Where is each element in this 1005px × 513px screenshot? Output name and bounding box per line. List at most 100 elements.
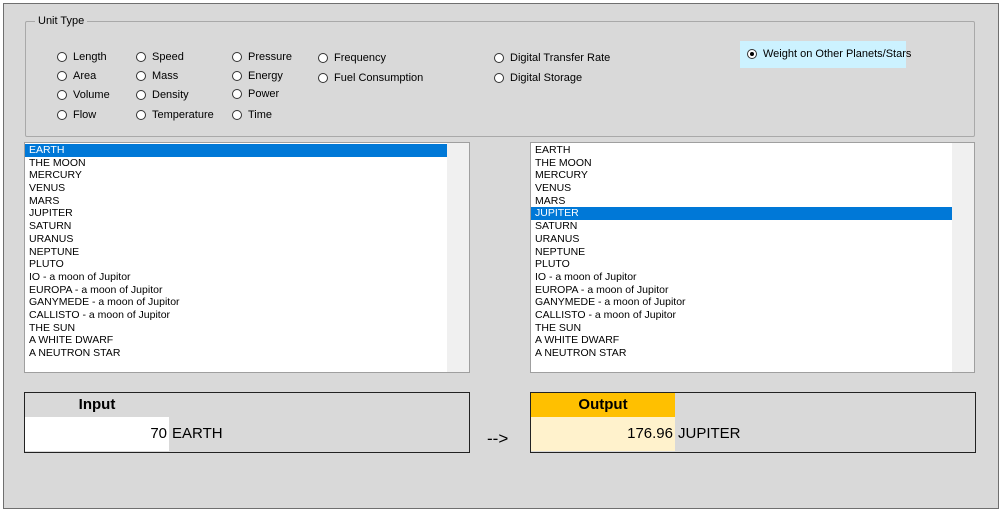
radio-pressure-label: Pressure [248, 51, 293, 63]
input-unit: EARTH [172, 425, 223, 442]
from-list-item[interactable]: EUROPA - a moon of Jupitor [25, 284, 447, 297]
input-header: Input [25, 393, 169, 417]
radio-time-circle[interactable] [232, 110, 242, 120]
radio-area-circle[interactable] [57, 71, 67, 81]
radio-volume-label: Volume [73, 89, 110, 101]
from-list-item[interactable]: EARTH [25, 144, 447, 157]
radio-weight-label: Weight on Other Planets/Stars [763, 48, 912, 60]
radio-digital-storage-circle[interactable] [494, 73, 504, 83]
to-list-scrollbar[interactable] [952, 143, 974, 372]
radio-pressure[interactable]: Pressure [232, 50, 292, 64]
from-list-item[interactable]: URANUS [25, 233, 447, 246]
from-list-item[interactable]: NEPTUNE [25, 246, 447, 259]
radio-mass[interactable]: Mass [136, 69, 178, 83]
radio-time-label: Time [248, 109, 273, 121]
radio-energy[interactable]: Energy [232, 69, 283, 83]
radio-fuel-consumption-label: Fuel Consumption [334, 72, 424, 84]
radio-weight-circle[interactable] [747, 49, 757, 59]
radio-power-label: Power [248, 88, 280, 100]
radio-digital-transfer-rate-label: Digital Transfer Rate [510, 52, 611, 64]
radio-digital-storage-label: Digital Storage [510, 72, 583, 84]
radio-speed[interactable]: Speed [136, 50, 184, 64]
radio-power[interactable]: Power [232, 87, 279, 101]
from-list-item[interactable]: THE MOON [25, 157, 447, 170]
output-value-field: 176.96 [531, 417, 675, 451]
from-list-item[interactable]: JUPITER [25, 207, 447, 220]
radio-density-circle[interactable] [136, 90, 146, 100]
radio-fuel-consumption[interactable]: Fuel Consumption [318, 71, 423, 85]
radio-energy-circle[interactable] [232, 71, 242, 81]
output-box: Output 176.96 JUPITER [530, 392, 976, 453]
to-list-item[interactable]: A WHITE DWARF [531, 334, 952, 347]
radio-frequency-label: Frequency [334, 52, 386, 64]
radio-mass-circle[interactable] [136, 71, 146, 81]
to-list-item[interactable]: EARTH [531, 144, 952, 157]
radio-temperature-label: Temperature [152, 109, 214, 121]
to-list-item[interactable]: THE SUN [531, 322, 952, 335]
from-planet-list[interactable]: EARTH THE MOON MERCURY VENUS MARS JUPITER SATU… [24, 142, 470, 373]
radio-area-label: Area [73, 70, 97, 82]
output-unit: JUPITER [678, 425, 741, 442]
to-list-item[interactable]: EUROPA - a moon of Jupitor [531, 284, 952, 297]
radio-flow[interactable]: Flow [57, 108, 96, 122]
radio-speed-circle[interactable] [136, 52, 146, 62]
radio-length[interactable]: Length [57, 50, 107, 64]
to-list-item[interactable]: CALLISTO - a moon of Jupitor [531, 309, 952, 322]
radio-weight-on-other-planets[interactable]: Weight on Other Planets/Stars [747, 47, 911, 61]
to-list-item[interactable]: A NEUTRON STAR [531, 347, 952, 360]
radio-volume-circle[interactable] [57, 90, 67, 100]
radio-frequency[interactable]: Frequency [318, 51, 386, 65]
radio-digital-storage[interactable]: Digital Storage [494, 71, 582, 85]
radio-density[interactable]: Density [136, 88, 189, 102]
radio-time[interactable]: Time [232, 108, 272, 122]
to-list-item[interactable]: THE MOON [531, 157, 952, 170]
from-list-items: EARTH THE MOON MERCURY VENUS MARS JUPITER SATU… [25, 144, 447, 360]
radio-power-circle[interactable] [232, 89, 242, 99]
to-list-item[interactable]: URANUS [531, 233, 952, 246]
radio-fuel-consumption-circle[interactable] [318, 73, 328, 83]
from-list-item[interactable]: THE SUN [25, 322, 447, 335]
from-list-scrollbar[interactable] [447, 143, 469, 372]
radio-mass-label: Mass [152, 70, 179, 82]
from-list-item[interactable]: SATURN [25, 220, 447, 233]
to-list-item[interactable]: NEPTUNE [531, 246, 952, 259]
to-list-item[interactable]: IO - a moon of Jupitor [531, 271, 952, 284]
radio-area[interactable]: Area [57, 69, 96, 83]
to-list-item[interactable]: VENUS [531, 182, 952, 195]
input-value-field[interactable]: 70 [25, 417, 169, 451]
to-list-item[interactable]: MARS [531, 195, 952, 208]
radio-temperature-circle[interactable] [136, 110, 146, 120]
input-box: Input 70 EARTH [24, 392, 470, 453]
to-list-item[interactable]: GANYMEDE - a moon of Jupitor [531, 296, 952, 309]
radio-length-circle[interactable] [57, 52, 67, 62]
from-list-item[interactable]: A NEUTRON STAR [25, 347, 447, 360]
from-list-item[interactable]: MERCURY [25, 169, 447, 182]
from-list-item[interactable]: GANYMEDE - a moon of Jupitor [25, 296, 447, 309]
radio-frequency-circle[interactable] [318, 53, 328, 63]
radio-density-label: Density [152, 89, 189, 101]
to-list-item[interactable]: MERCURY [531, 169, 952, 182]
radio-length-label: Length [73, 51, 107, 63]
radio-digital-transfer-rate[interactable]: Digital Transfer Rate [494, 51, 610, 65]
radio-flow-circle[interactable] [57, 110, 67, 120]
radio-volume[interactable]: Volume [57, 88, 110, 102]
radio-temperature[interactable]: Temperature [136, 108, 214, 122]
to-list-item[interactable]: SATURN [531, 220, 952, 233]
radio-energy-label: Energy [248, 70, 283, 82]
unit-type-group: Unit Type Length Area Volume Flow Speed … [25, 14, 975, 137]
arrow-text: --> [487, 429, 509, 448]
radio-digital-transfer-rate-circle[interactable] [494, 53, 504, 63]
to-list-items: EARTH THE MOON MERCURY VENUS MARS JUPITER SATU… [531, 144, 952, 360]
from-list-item[interactable]: CALLISTO - a moon of Jupitor [25, 309, 447, 322]
radio-pressure-circle[interactable] [232, 52, 242, 62]
from-list-item[interactable]: MARS [25, 195, 447, 208]
to-list-item[interactable]: JUPITER [531, 207, 952, 221]
to-list-item[interactable]: PLUTO [531, 258, 952, 271]
from-list-item[interactable]: PLUTO [25, 258, 447, 271]
from-list-item[interactable]: VENUS [25, 182, 447, 195]
to-planet-list[interactable]: EARTH THE MOON MERCURY VENUS MARS JUPITER SATU… [530, 142, 975, 373]
from-list-item[interactable]: A WHITE DWARF [25, 334, 447, 347]
converter-window: Unit Type Length Area Volume Flow Speed … [3, 3, 999, 509]
output-header: Output [531, 393, 675, 417]
from-list-item[interactable]: IO - a moon of Jupitor [25, 271, 447, 284]
